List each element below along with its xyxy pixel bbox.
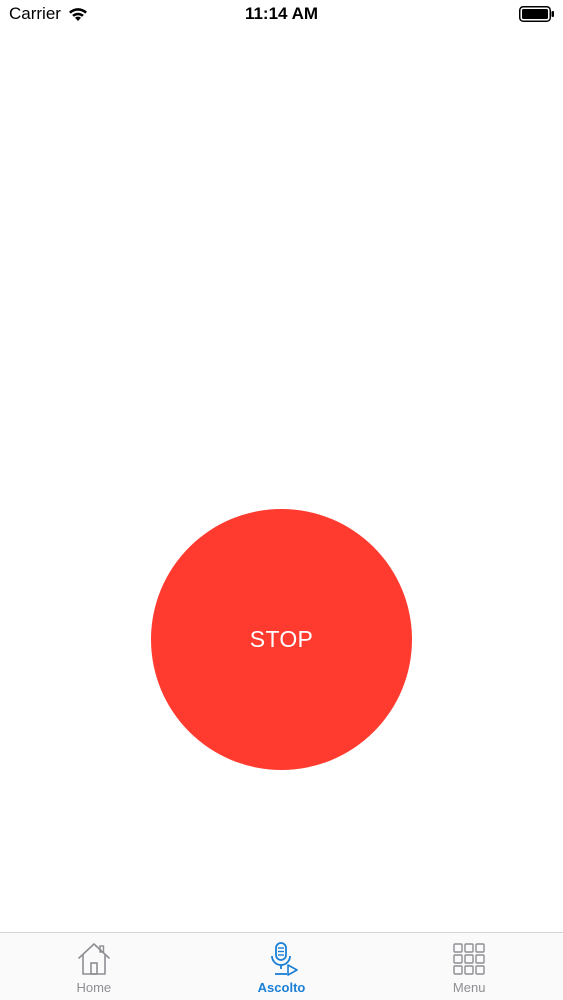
battery-icon bbox=[519, 6, 554, 22]
tab-home-label: Home bbox=[76, 980, 112, 995]
app-screen: Carrier 11:14 AM STOP Home Ascolto Menu bbox=[0, 0, 563, 1000]
stop-button-label: STOP bbox=[249, 626, 314, 652]
tab-ascolto[interactable]: Ascolto bbox=[188, 933, 376, 1000]
status-time: 11:14 AM bbox=[244, 4, 319, 23]
tab-menu-label: Menu bbox=[452, 980, 486, 995]
tab-home[interactable]: Home bbox=[0, 933, 188, 1000]
microphone-icon bbox=[270, 942, 298, 976]
tab-bar: Home Ascolto Menu bbox=[0, 932, 563, 1000]
tab-ascolto-label: Ascolto bbox=[257, 980, 306, 995]
tab-menu[interactable]: Menu bbox=[375, 933, 563, 1000]
stop-button[interactable]: STOP bbox=[151, 509, 412, 770]
grid-icon bbox=[453, 943, 485, 975]
status-bar: Carrier 11:14 AM bbox=[0, 0, 563, 30]
home-icon bbox=[78, 943, 110, 975]
